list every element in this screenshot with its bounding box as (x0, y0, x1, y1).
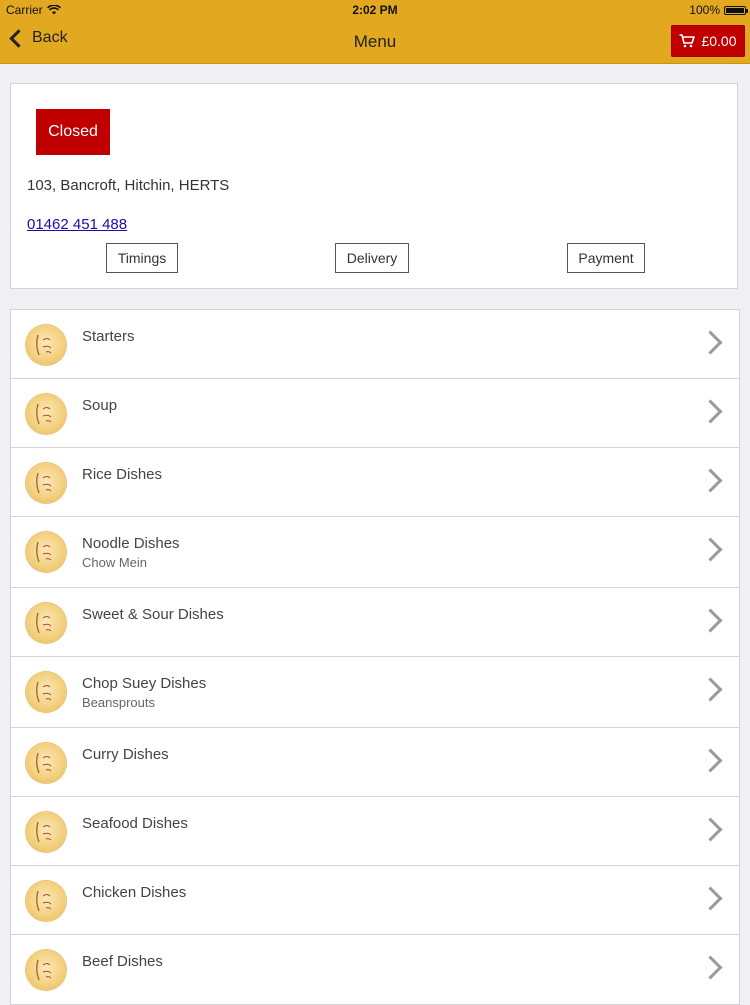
category-title: Noodle Dishes (82, 535, 180, 552)
category-subtitle: Beansprouts (82, 695, 155, 710)
chevron-right-icon (698, 468, 723, 493)
restaurant-logo-icon (26, 812, 66, 852)
category-row-soup[interactable]: Soup (11, 379, 739, 448)
category-title: Sweet & Sour Dishes (82, 606, 224, 623)
restaurant-logo-icon (26, 325, 66, 365)
chevron-right-icon (698, 330, 723, 355)
chevron-right-icon (698, 955, 723, 980)
phone-link[interactable]: 01462 451 488 (27, 216, 127, 233)
restaurant-logo-icon (26, 881, 66, 921)
category-subtitle: Chow Mein (82, 555, 148, 570)
restaurant-logo-icon (26, 603, 66, 643)
nav-bar: Back Menu £0.00 (0, 20, 750, 63)
restaurant-logo-icon (26, 394, 66, 434)
chevron-right-icon (698, 537, 723, 562)
category-title: Starters (82, 328, 135, 345)
restaurant-logo-icon (26, 950, 66, 990)
status-badge: Closed (36, 109, 110, 155)
restaurant-logo-icon (26, 672, 66, 712)
status-right: 100% (689, 3, 748, 17)
delivery-button[interactable]: Delivery (335, 243, 409, 273)
battery-percent: 100% (689, 3, 720, 17)
category-row-chop-suey-dishes[interactable]: Chop Suey Dishes Beansprouts (11, 657, 739, 728)
category-row-sweet-sour-dishes[interactable]: Sweet & Sour Dishes (11, 588, 739, 657)
category-row-curry-dishes[interactable]: Curry Dishes (11, 728, 739, 797)
category-title: Beef Dishes (82, 953, 163, 970)
category-row-beef-dishes[interactable]: Beef Dishes (11, 935, 739, 1004)
chevron-right-icon (698, 399, 723, 424)
restaurant-logo-icon (26, 743, 66, 783)
status-bar: Carrier 2:02 PM 100% (0, 0, 750, 20)
page-title: Menu (353, 32, 397, 51)
category-title: Seafood Dishes (82, 815, 188, 832)
restaurant-logo-icon (26, 532, 66, 572)
category-row-starters[interactable]: Starters (11, 310, 739, 379)
chevron-right-icon (698, 677, 723, 702)
chevron-right-icon (698, 817, 723, 842)
payment-button[interactable]: Payment (567, 243, 645, 273)
category-row-rice-dishes[interactable]: Rice Dishes (11, 448, 739, 517)
category-title: Rice Dishes (82, 466, 163, 483)
shop-address: 103, Bancroft, Hitchin, HERTS (27, 177, 230, 194)
restaurant-logo-icon (26, 463, 66, 503)
category-title: Chicken Dishes (82, 884, 187, 901)
chevron-right-icon (698, 748, 723, 773)
cart-total: £0.00 (701, 33, 737, 49)
battery-icon (724, 5, 748, 15)
category-title: Curry Dishes (82, 746, 169, 763)
category-row-chicken-dishes[interactable]: Chicken Dishes (11, 866, 739, 935)
status-time: 2:02 PM (352, 3, 398, 17)
category-title: Soup (82, 397, 118, 414)
chevron-right-icon (698, 886, 723, 911)
cart-button[interactable]: £0.00 (671, 25, 745, 57)
timings-button[interactable]: Timings (106, 243, 178, 273)
chevron-right-icon (698, 608, 723, 633)
category-list: Starters Soup Rice Dishes Noodle Dishes … (10, 309, 740, 1005)
cart-icon (679, 34, 696, 48)
category-row-noodle-dishes[interactable]: Noodle Dishes Chow Mein (11, 517, 739, 588)
shop-info-card: Closed 103, Bancroft, Hitchin, HERTS 014… (10, 83, 738, 289)
category-row-seafood-dishes[interactable]: Seafood Dishes (11, 797, 739, 866)
category-title: Chop Suey Dishes (82, 675, 207, 692)
